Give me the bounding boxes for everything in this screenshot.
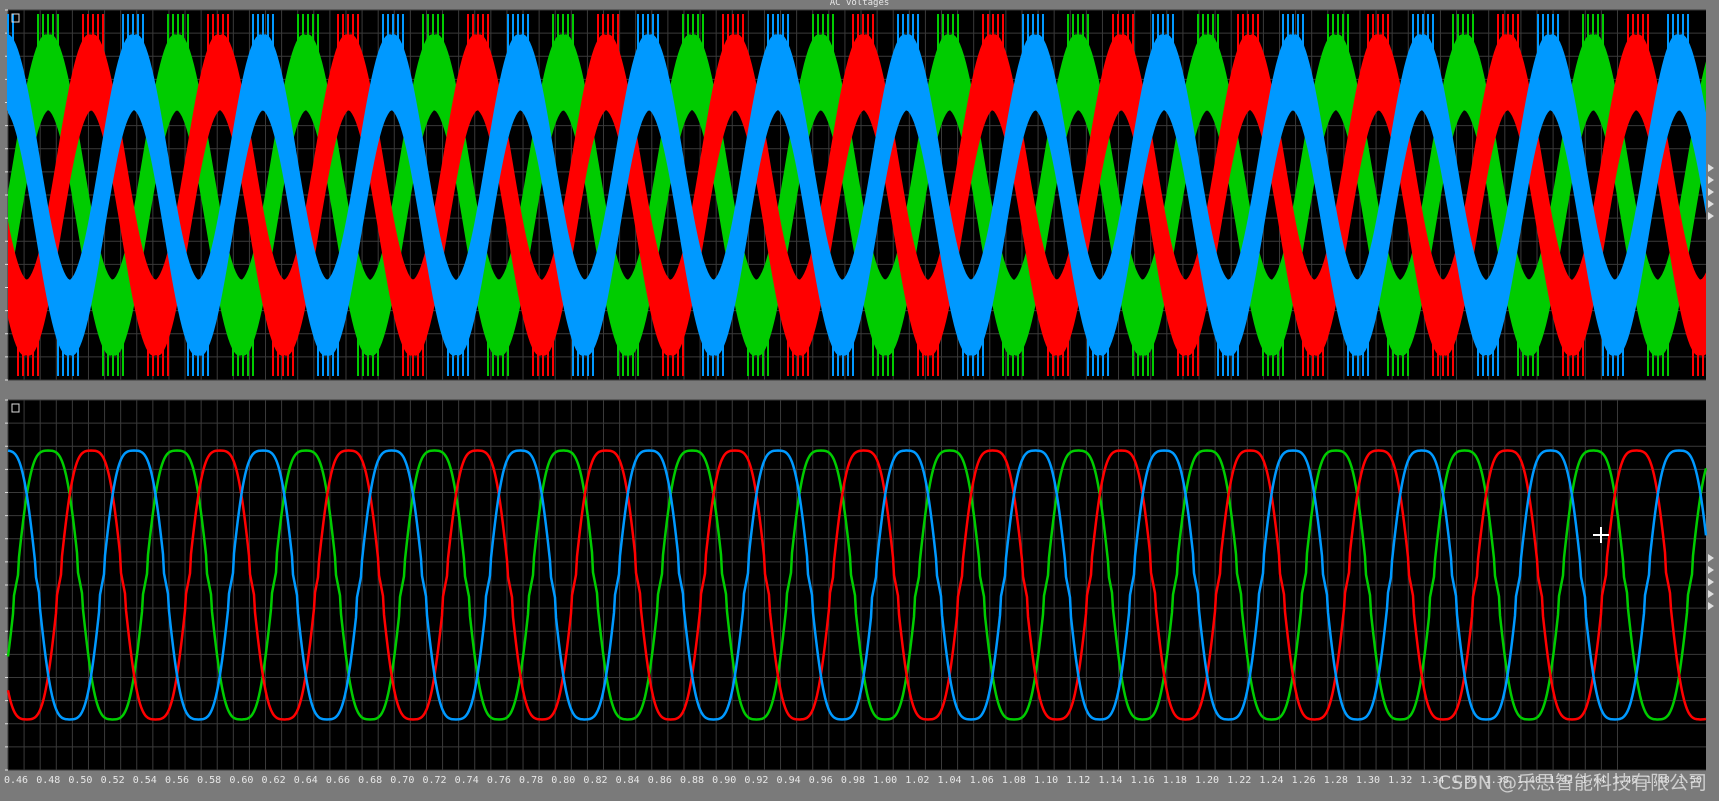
x-tick-label: 1.28 [1324, 775, 1348, 786]
x-tick-label: 0.62 [262, 775, 286, 786]
x-tick-label: 0.82 [583, 775, 607, 786]
x-tick-label: 0.96 [809, 775, 833, 786]
x-tick-label: 1.10 [1034, 775, 1058, 786]
x-tick-label: 0.60 [229, 775, 253, 786]
x-tick-label: 0.98 [841, 775, 865, 786]
crosshair-cursor-icon [1593, 527, 1609, 543]
x-tick-label: 1.32 [1388, 775, 1412, 786]
right-scroll-markers[interactable] [1708, 164, 1714, 610]
x-tick-label: 0.72 [422, 775, 446, 786]
x-tick-label: 0.84 [616, 775, 640, 786]
oscilloscope-plot: 0.46 0.48 0.50 0.52 0.54 0.56 0.58 0.60 0.62 0.64… [4, 9, 1714, 786]
x-tick-label: 0.48 [36, 775, 60, 786]
x-tick-label: 0.46 [4, 775, 28, 786]
x-tick-label: 0.52 [101, 775, 125, 786]
x-tick-label: 1.30 [1356, 775, 1380, 786]
plot-title: AC voltages [829, 0, 890, 8]
x-tick-label: 1.14 [1098, 775, 1122, 786]
x-tick-label: 0.86 [648, 775, 672, 786]
x-tick-label: 0.92 [744, 775, 768, 786]
x-tick-label: 1.04 [937, 775, 961, 786]
x-tick-label: 1.20 [1195, 775, 1219, 786]
x-tick-label: 1.18 [1163, 775, 1187, 786]
x-tick-label: 0.78 [519, 775, 543, 786]
x-tick-label: 1.02 [905, 775, 929, 786]
x-tick-label: 0.68 [358, 775, 382, 786]
x-tick-label: 1.00 [873, 775, 897, 786]
x-tick-label: 1.08 [1002, 775, 1026, 786]
x-tick-label: 1.12 [1066, 775, 1090, 786]
x-tick-label: 0.64 [294, 775, 318, 786]
x-tick-label: 0.88 [680, 775, 704, 786]
x-tick-label: 1.22 [1227, 775, 1251, 786]
x-tick-label: 1.06 [970, 775, 994, 786]
x-tick-label: 0.76 [487, 775, 511, 786]
x-tick-label: 0.56 [165, 775, 189, 786]
x-tick-label: 0.90 [712, 775, 736, 786]
x-tick-label: 0.50 [68, 775, 92, 786]
x-tick-label: 0.94 [777, 775, 801, 786]
x-tick-label: 0.58 [197, 775, 221, 786]
watermark-text: CSDN @乐思智能科技有限公司 [1437, 772, 1707, 794]
x-tick-label: 0.74 [455, 775, 479, 786]
x-tick-label: 1.26 [1292, 775, 1316, 786]
x-tick-label: 0.70 [390, 775, 414, 786]
x-tick-label: 1.16 [1131, 775, 1155, 786]
x-tick-label: 0.54 [133, 775, 157, 786]
x-tick-label: 0.66 [326, 775, 350, 786]
x-tick-label: 1.24 [1259, 775, 1283, 786]
x-tick-label: 0.80 [551, 775, 575, 786]
